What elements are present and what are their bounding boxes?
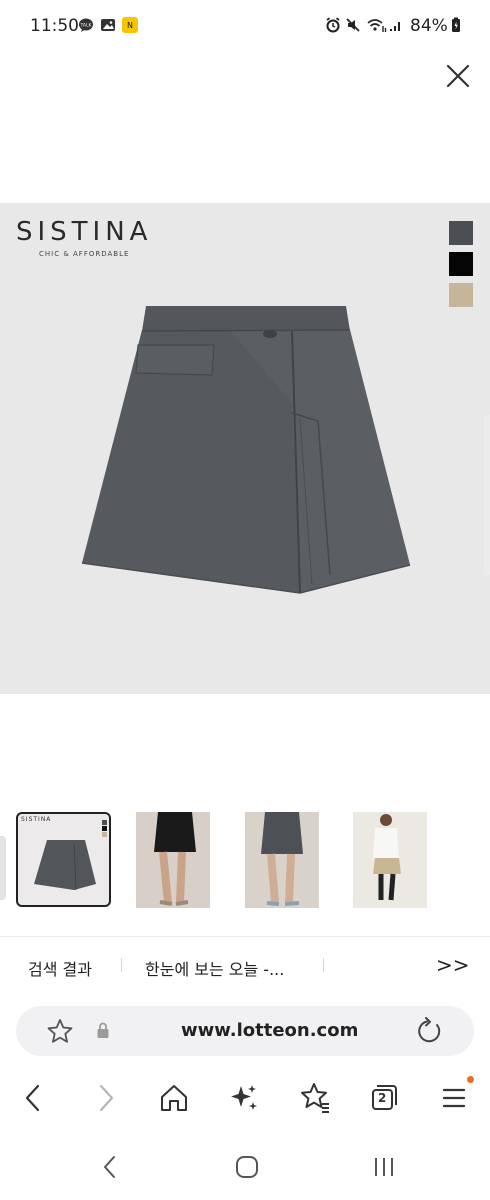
- battery-level: 84%: [410, 16, 448, 36]
- tab-search-results[interactable]: 검색 결과: [28, 956, 92, 980]
- thumbnail-2[interactable]: [136, 812, 210, 908]
- thumbnail-scroll-edge: [0, 836, 6, 900]
- lock-icon: [97, 1022, 109, 1038]
- reload-icon[interactable]: [416, 1017, 444, 1045]
- system-home-icon[interactable]: [232, 1152, 262, 1182]
- home-icon[interactable]: [156, 1080, 192, 1116]
- status-bar: 11:50 TALK N 84%: [0, 0, 490, 52]
- tabs-button[interactable]: 2: [366, 1080, 402, 1116]
- menu-notification-dot: [467, 1076, 474, 1083]
- svg-text:N: N: [127, 21, 133, 30]
- tab-more-button[interactable]: >>: [436, 953, 470, 977]
- skirt-product-illustration: [81, 306, 411, 594]
- product-main-image[interactable]: SISTINA CHIC & AFFORDABLE: [0, 203, 490, 694]
- app-notification-icon: N: [122, 17, 138, 33]
- url-text[interactable]: www.lotteon.com: [181, 1020, 358, 1041]
- thumbnail-1-selected[interactable]: SISTINA: [16, 812, 111, 907]
- image-pager-edge: [484, 415, 490, 575]
- tab-count: 2: [378, 1091, 387, 1105]
- system-back-icon[interactable]: [95, 1152, 125, 1182]
- close-button[interactable]: [444, 62, 472, 90]
- thumb-model-gray-image: [245, 812, 319, 908]
- menu-icon[interactable]: [436, 1080, 472, 1116]
- back-icon[interactable]: [16, 1080, 52, 1116]
- alarm-icon: [326, 17, 340, 33]
- tab-divider: [121, 958, 122, 972]
- thumb-skirt-image: [34, 820, 107, 891]
- tab-today-overview[interactable]: 한눈에 보는 오늘 -...: [145, 956, 284, 980]
- image-notification-icon: [101, 19, 115, 31]
- svg-text:TALK: TALK: [80, 23, 93, 29]
- sparkle-icon[interactable]: [226, 1080, 262, 1116]
- thumb-model-beige-image: [353, 812, 427, 908]
- address-bar[interactable]: www.lotteon.com: [16, 1006, 474, 1056]
- wifi-icon: [367, 19, 387, 32]
- bookmark-star-icon[interactable]: [46, 1018, 74, 1044]
- status-time: 11:50: [30, 16, 79, 36]
- forward-icon[interactable]: [88, 1080, 124, 1116]
- battery-icon: [452, 17, 460, 32]
- tab-divider: [323, 958, 324, 972]
- tab-bar: 검색 결과 한눈에 보는 오늘 -... >>: [0, 936, 490, 992]
- talk-notification-icon: TALK: [79, 18, 93, 32]
- thumbnail-4[interactable]: [353, 812, 427, 908]
- system-recents-icon[interactable]: [369, 1152, 399, 1182]
- thumbnail-3[interactable]: [245, 812, 319, 908]
- bookmarks-star-icon[interactable]: [296, 1080, 332, 1116]
- thumb-model-black-image: [136, 812, 210, 908]
- mute-icon: [346, 18, 360, 32]
- signal-icon: [390, 22, 400, 31]
